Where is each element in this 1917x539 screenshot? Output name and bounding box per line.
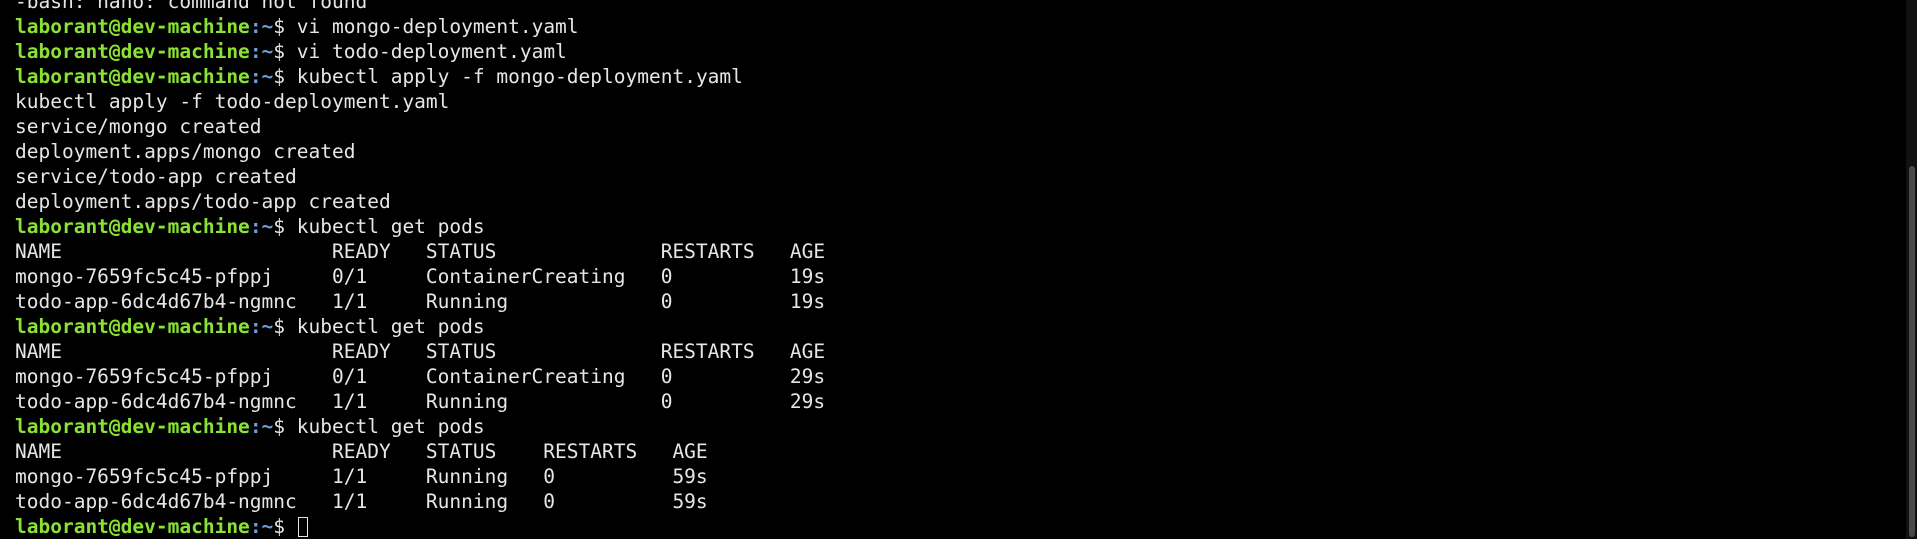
prompt-line: laborant@dev-machine:~$ vi mongo-deploym… [15,14,1887,39]
prompt-path: :~ [249,15,274,38]
output-text: service/mongo created [15,115,262,138]
output-line: service/mongo created [15,114,1887,139]
prompt-path: :~ [249,40,274,63]
output-text: NAME READY STATUS RESTARTS AGE [15,440,708,463]
prompt-line: laborant@dev-machine:~$ kubectl get pods [15,414,1887,439]
output-text: todo-app-6dc4d67b4-ngmnc 1/1 Running 0 5… [15,490,708,513]
prompt-path: :~ [249,515,274,538]
prompt-user-host: laborant@dev-machine [15,315,250,338]
prompt-path: :~ [249,315,274,338]
command-text: kubectl get pods [296,415,485,438]
prompt-user-host: laborant@dev-machine [15,215,250,238]
prompt-symbol: $ [273,215,297,238]
output-line: todo-app-6dc4d67b4-ngmnc 1/1 Running 0 1… [15,289,1887,314]
command-text: kubectl get pods [296,315,485,338]
output-text: NAME READY STATUS RESTARTS AGE [15,240,826,263]
command-text: kubectl apply -f mongo-deployment.yaml [296,65,743,88]
prompt-symbol: $ [273,415,297,438]
prompt-line: laborant@dev-machine:~$ kubectl apply -f… [15,64,1887,89]
prompt-line: laborant@dev-machine:~$ [15,514,1887,539]
terminal-output[interactable]: -bash: nano: command not found laborant@d… [15,0,1887,539]
output-text: mongo-7659fc5c45-pfppj 0/1 ContainerCrea… [15,265,826,288]
command-text: kubectl get pods [296,215,485,238]
prompt-symbol: $ [273,515,297,538]
prompt-user-host: laborant@dev-machine [15,415,250,438]
output-line: mongo-7659fc5c45-pfppj 0/1 ContainerCrea… [15,264,1887,289]
output-line: -bash: nano: command not found [15,0,1887,14]
prompt-path: :~ [249,65,274,88]
prompt-line: laborant@dev-machine:~$ kubectl get pods [15,314,1887,339]
output-text: -bash: nano: command not found [15,0,368,13]
output-text: todo-app-6dc4d67b4-ngmnc 1/1 Running 0 1… [15,290,826,313]
output-line: mongo-7659fc5c45-pfppj 1/1 Running 0 59s [15,464,1887,489]
prompt-line: laborant@dev-machine:~$ kubectl get pods [15,214,1887,239]
prompt-symbol: $ [273,40,297,63]
output-line: deployment.apps/todo-app created [15,189,1887,214]
output-line: deployment.apps/mongo created [15,139,1887,164]
command-text: vi todo-deployment.yaml [296,40,567,63]
prompt-symbol: $ [273,15,297,38]
prompt-user-host: laborant@dev-machine [15,40,250,63]
command-text: vi mongo-deployment.yaml [296,15,579,38]
prompt-user-host: laborant@dev-machine [15,515,250,538]
scrollbar-thumb[interactable] [1909,166,1915,537]
output-line: NAME READY STATUS RESTARTS AGE [15,239,1887,264]
output-text: deployment.apps/todo-app created [15,190,391,213]
output-line: kubectl apply -f todo-deployment.yaml [15,89,1887,114]
output-line: todo-app-6dc4d67b4-ngmnc 1/1 Running 0 5… [15,489,1887,514]
output-text: NAME READY STATUS RESTARTS AGE [15,340,826,363]
prompt-path: :~ [249,215,274,238]
output-text: deployment.apps/mongo created [15,140,356,163]
prompt-user-host: laborant@dev-machine [15,15,250,38]
output-text: todo-app-6dc4d67b4-ngmnc 1/1 Running 0 2… [15,390,826,413]
terminal-window[interactable]: -bash: nano: command not found laborant@d… [0,0,1917,539]
output-line: NAME READY STATUS RESTARTS AGE [15,439,1887,464]
prompt-symbol: $ [273,65,297,88]
output-text: mongo-7659fc5c45-pfppj 1/1 Running 0 59s [15,465,708,488]
prompt-symbol: $ [273,315,297,338]
output-text: mongo-7659fc5c45-pfppj 0/1 ContainerCrea… [15,365,826,388]
output-line: NAME READY STATUS RESTARTS AGE [15,339,1887,364]
prompt-path: :~ [249,415,274,438]
output-line: service/todo-app created [15,164,1887,189]
output-line: mongo-7659fc5c45-pfppj 0/1 ContainerCrea… [15,364,1887,389]
output-text: kubectl apply -f todo-deployment.yaml [15,90,450,113]
output-line: todo-app-6dc4d67b4-ngmnc 1/1 Running 0 2… [15,389,1887,414]
text-cursor[interactable] [297,517,308,537]
output-text: service/todo-app created [15,165,297,188]
scrollbar-track[interactable] [1906,0,1917,539]
prompt-line: laborant@dev-machine:~$ vi todo-deployme… [15,39,1887,64]
prompt-user-host: laborant@dev-machine [15,65,250,88]
